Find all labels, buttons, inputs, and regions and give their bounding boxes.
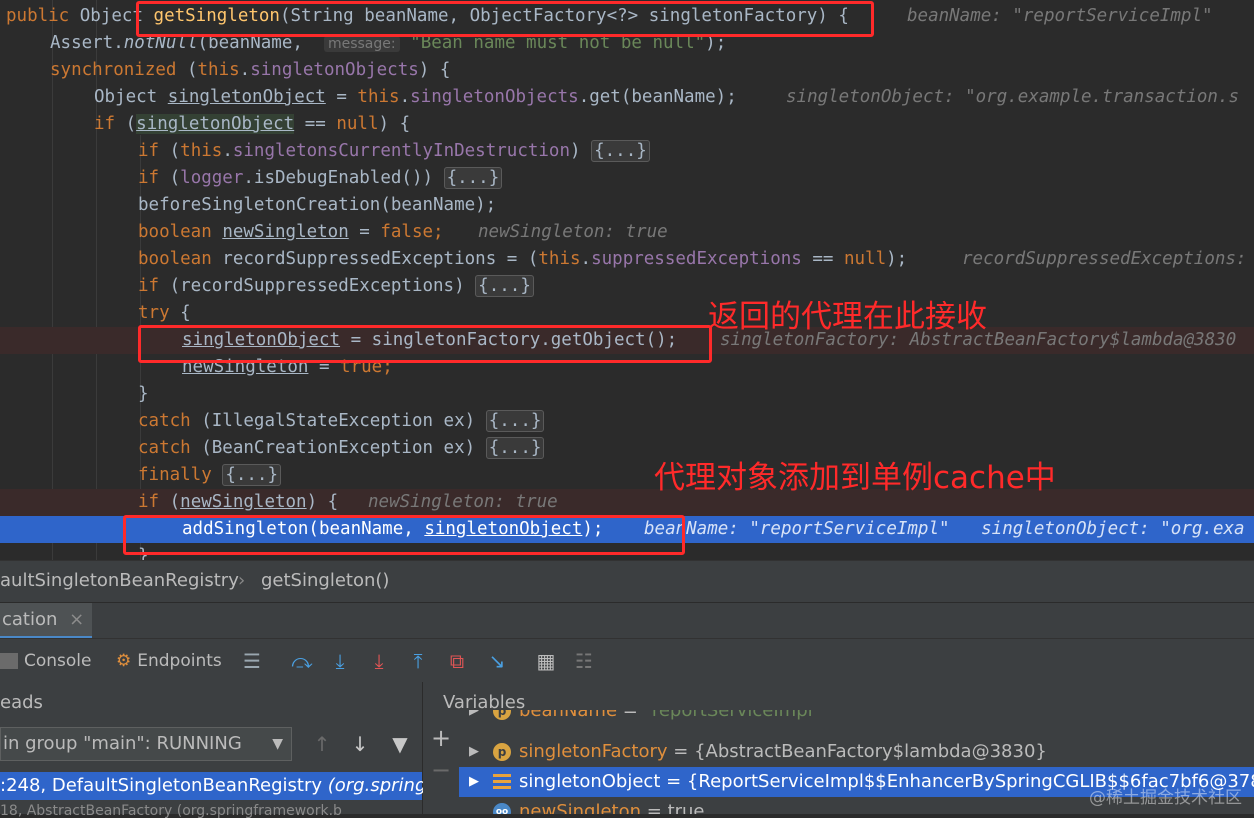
folded-block[interactable]: {...}: [485, 437, 545, 459]
code-line-16: catch (IllegalStateException ex) {...}: [0, 408, 1254, 435]
primitive-icon: oo: [493, 803, 511, 814]
folded-block[interactable]: {...}: [222, 464, 281, 486]
variables-panel: Variables + − ▶ p beanName = "reportServi…: [423, 682, 1254, 814]
folded-block[interactable]: {...}: [443, 167, 503, 189]
code-line-8: beforeSingletonCreation(beanName);: [138, 195, 497, 215]
code-line-4: Object singletonObject = this.singletonO…: [94, 87, 1240, 107]
stack-frame[interactable]: 18, AbstractBeanFactory (org.springframe…: [0, 804, 422, 818]
console-tab[interactable]: Console: [0, 647, 92, 675]
chevron-down-icon: ▼: [272, 736, 283, 752]
add-watch-icon[interactable]: +: [431, 726, 451, 750]
field-icon: [493, 774, 511, 790]
code-line-11: if (recordSuppressedExceptions) {...}: [0, 273, 1254, 300]
frames-panel: eads in group "main": RUNNING ▼ ↑ ↓ ▼ :2…: [0, 682, 451, 818]
breadcrumb-method[interactable]: getSingleton(): [261, 561, 389, 601]
annotation-proxy-received: 返回的代理在此接收: [708, 299, 987, 335]
breadcrumb: aultSingletonBeanRegistry › getSingleton…: [0, 560, 1254, 603]
force-step-into-icon[interactable]: ⤓: [367, 649, 391, 673]
remove-watch-icon[interactable]: −: [431, 758, 451, 782]
debug-tab-bar: cation ×: [0, 602, 1254, 639]
code-line-6: if (this.singletonsCurrentlyInDestructio…: [0, 138, 1254, 165]
code-editor[interactable]: public Object getSingleton(String beanNa…: [0, 0, 1254, 560]
code-line-12: try {: [138, 303, 191, 323]
code-line-10: boolean recordSuppressedExceptions = (th…: [138, 249, 1247, 269]
arrow-down-icon[interactable]: ↓: [348, 732, 372, 756]
code-line-3: synchronized (this.singletonObjects) {: [50, 60, 451, 80]
code-line-19: if (newSingleton) {newSingleton: true: [0, 489, 1254, 516]
step-over-icon[interactable]: ⤼: [290, 649, 314, 673]
code-line-18: finally {...}: [0, 462, 1254, 489]
highlight-box-addsingleton: [123, 515, 685, 555]
expand-icon[interactable]: ▶: [469, 767, 479, 797]
frames-icon[interactable]: ☰: [240, 649, 264, 673]
thread-selector[interactable]: in group "main": RUNNING ▼: [0, 727, 292, 761]
debug-toolbar: Console ⚙ Endpoints ☰ ⤼ ⤓ ⤓ ⤒ ⧉ ↘ ▦ ☷: [0, 638, 1254, 683]
breadcrumb-separator: ›: [238, 570, 246, 591]
endpoints-icon: ⚙: [116, 651, 132, 671]
arrow-up-icon[interactable]: ↑: [310, 732, 334, 756]
breadcrumb-class[interactable]: aultSingletonBeanRegistry: [0, 561, 239, 601]
filter-icon[interactable]: ▼: [388, 732, 412, 756]
variable-row[interactable]: ▶ p singletonFactory = {AbstractBeanFact…: [459, 737, 1254, 767]
console-icon: [0, 653, 18, 669]
code-line-7: if (logger.isDebugEnabled()) {...}: [0, 165, 1254, 192]
evaluate-expression-icon[interactable]: ▦: [534, 649, 558, 673]
step-into-icon[interactable]: ⤓: [328, 649, 352, 673]
close-icon[interactable]: ×: [69, 609, 84, 630]
variable-row[interactable]: ▶ p beanName = "reportServiceImpl": [459, 710, 1254, 724]
code-line-9: boolean newSingleton = false; newSingleto…: [138, 222, 668, 242]
drop-frame-icon[interactable]: ⧉: [445, 649, 469, 673]
parameter-icon: p: [493, 743, 511, 761]
run-to-cursor-icon[interactable]: ↘: [485, 649, 509, 673]
watermark: @稀土掘金技术社区: [1089, 788, 1242, 808]
highlight-box-getobject: [138, 325, 712, 363]
trace-icon[interactable]: ☷: [572, 649, 596, 673]
tab-application[interactable]: cation ×: [0, 603, 92, 639]
highlight-box-signature: [136, 1, 874, 37]
variables-gutter: + −: [423, 720, 459, 814]
tab-label: cation: [2, 609, 58, 630]
threads-header: eads: [0, 692, 43, 713]
annotation-proxy-added-to-cache: 代理对象添加到单例cache中: [654, 460, 1056, 496]
step-out-icon[interactable]: ⤒: [406, 649, 430, 673]
folded-block[interactable]: {...}: [485, 410, 545, 432]
endpoints-tab[interactable]: ⚙ Endpoints: [116, 647, 222, 675]
expand-icon[interactable]: ▶: [469, 737, 479, 767]
code-line-15: }: [138, 384, 149, 404]
code-line-17: catch (BeanCreationException ex) {...}: [0, 435, 1254, 462]
folded-block[interactable]: {...}: [591, 140, 650, 162]
code-line-5: if (singletonObject == null) {: [94, 114, 411, 134]
folded-block[interactable]: {...}: [475, 275, 534, 297]
stack-frame-selected[interactable]: :248, DefaultSingletonBeanRegistry (org.…: [0, 772, 451, 800]
